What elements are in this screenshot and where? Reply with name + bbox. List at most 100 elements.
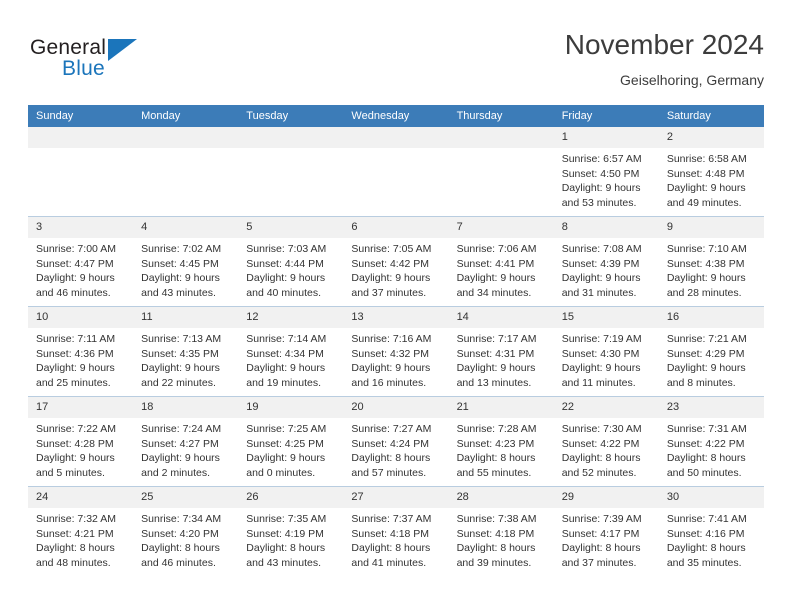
calendar-day-cell[interactable]: 10 Sunrise: 7:11 AM Sunset: 4:36 PM Dayligh… bbox=[28, 306, 134, 397]
sunset-text: Sunset: 4:35 PM bbox=[141, 347, 219, 360]
calendar-day-cell[interactable]: 30 Sunrise: 7:41 AM Sunset: 4:16 PM Dayligh… bbox=[658, 486, 764, 576]
sunrise-text: Sunrise: 7:27 AM bbox=[351, 423, 432, 435]
weekday-header-wednesday: Wednesday bbox=[343, 105, 449, 127]
title-block: November 2024 Geiselhoring, Germany bbox=[565, 28, 764, 90]
calendar-day-cell[interactable]: 27 Sunrise: 7:37 AM Sunset: 4:18 PM Dayligh… bbox=[343, 486, 449, 576]
day-number: 1 bbox=[553, 127, 659, 148]
day-number bbox=[133, 127, 239, 148]
day-sun-info: Sunrise: 7:41 AM Sunset: 4:16 PM Daylight:… bbox=[659, 508, 764, 570]
day-number: 6 bbox=[343, 217, 449, 238]
day-sun-info: Sunrise: 7:11 AM Sunset: 4:36 PM Daylight:… bbox=[28, 328, 133, 390]
calendar-day-cell[interactable]: 23 Sunrise: 7:31 AM Sunset: 4:22 PM Dayligh… bbox=[658, 396, 764, 487]
sunset-text: Sunset: 4:45 PM bbox=[141, 257, 219, 270]
calendar-day-cell[interactable]: 6 Sunrise: 7:05 AM Sunset: 4:42 PM Daylight… bbox=[343, 216, 449, 307]
calendar-day-cell[interactable]: 5 Sunrise: 7:03 AM Sunset: 4:44 PM Daylight… bbox=[238, 216, 344, 307]
sunrise-text: Sunrise: 7:30 AM bbox=[561, 423, 642, 435]
sunset-text: Sunset: 4:20 PM bbox=[141, 527, 219, 540]
sunset-text: Sunset: 4:18 PM bbox=[351, 527, 430, 540]
calendar-day-cell[interactable]: 28 Sunrise: 7:38 AM Sunset: 4:18 PM Dayligh… bbox=[448, 486, 554, 576]
day-number: 30 bbox=[658, 487, 764, 508]
day-sun-info: Sunrise: 7:32 AM Sunset: 4:21 PM Daylight:… bbox=[28, 508, 133, 570]
day-number bbox=[28, 127, 134, 148]
day-number: 29 bbox=[553, 487, 659, 508]
calendar-day-cell[interactable]: 16 Sunrise: 7:21 AM Sunset: 4:29 PM Dayligh… bbox=[658, 306, 764, 397]
sunset-text: Sunset: 4:41 PM bbox=[456, 257, 535, 270]
calendar-day-cell[interactable]: 21 Sunrise: 7:28 AM Sunset: 4:23 PM Dayligh… bbox=[448, 396, 554, 487]
day-number: 25 bbox=[133, 487, 239, 508]
daylight-text: Daylight: 9 hours and 46 minutes. bbox=[36, 272, 115, 299]
calendar-cell-empty bbox=[343, 127, 449, 217]
day-sun-info: Sunrise: 7:03 AM Sunset: 4:44 PM Daylight:… bbox=[238, 238, 343, 300]
calendar-cell-empty bbox=[448, 127, 554, 217]
sunset-text: Sunset: 4:42 PM bbox=[351, 257, 430, 270]
day-number: 3 bbox=[28, 217, 134, 238]
calendar-day-cell[interactable]: 14 Sunrise: 7:17 AM Sunset: 4:31 PM Dayligh… bbox=[448, 306, 554, 397]
daylight-text: Daylight: 9 hours and 40 minutes. bbox=[246, 272, 326, 299]
daylight-text: Daylight: 9 hours and 43 minutes. bbox=[141, 272, 220, 299]
day-sun-info: Sunrise: 7:00 AM Sunset: 4:47 PM Daylight:… bbox=[28, 238, 133, 300]
sunset-text: Sunset: 4:24 PM bbox=[351, 437, 430, 450]
calendar-day-cell[interactable]: 7 Sunrise: 7:06 AM Sunset: 4:41 PM Daylight… bbox=[448, 216, 554, 307]
triangle-flag-icon bbox=[108, 39, 137, 61]
weekday-header-tuesday: Tuesday bbox=[238, 105, 344, 127]
sunrise-text: Sunrise: 7:03 AM bbox=[246, 243, 327, 255]
day-sun-info: Sunrise: 7:19 AM Sunset: 4:30 PM Daylight:… bbox=[554, 328, 659, 390]
sunrise-text: Sunrise: 7:39 AM bbox=[561, 513, 642, 525]
daylight-text: Daylight: 9 hours and 34 minutes. bbox=[456, 272, 536, 299]
daylight-text: Daylight: 8 hours and 46 minutes. bbox=[141, 542, 220, 569]
day-sun-info: Sunrise: 7:17 AM Sunset: 4:31 PM Daylight:… bbox=[449, 328, 554, 390]
calendar-day-cell[interactable]: 1 Sunrise: 6:57 AM Sunset: 4:50 PM Daylight… bbox=[553, 127, 659, 217]
day-number bbox=[343, 127, 449, 148]
calendar-day-cell[interactable]: 4 Sunrise: 7:02 AM Sunset: 4:45 PM Daylight… bbox=[133, 216, 239, 307]
day-sun-info: Sunrise: 7:27 AM Sunset: 4:24 PM Daylight:… bbox=[343, 418, 448, 480]
day-sun-info: Sunrise: 7:21 AM Sunset: 4:29 PM Daylight:… bbox=[659, 328, 764, 390]
brand-name-blue: Blue bbox=[62, 57, 105, 80]
brand-logo[interactable]: General Blue bbox=[28, 32, 248, 92]
calendar-day-cell[interactable]: 2 Sunrise: 6:58 AM Sunset: 4:48 PM Daylight… bbox=[658, 127, 764, 217]
daylight-text: Daylight: 8 hours and 48 minutes. bbox=[36, 542, 115, 569]
calendar-day-cell[interactable]: 25 Sunrise: 7:34 AM Sunset: 4:20 PM Dayligh… bbox=[133, 486, 239, 576]
calendar-day-cell[interactable]: 29 Sunrise: 7:39 AM Sunset: 4:17 PM Dayligh… bbox=[553, 486, 659, 576]
sunset-text: Sunset: 4:18 PM bbox=[456, 527, 535, 540]
sunset-text: Sunset: 4:47 PM bbox=[36, 257, 114, 270]
calendar-day-cell[interactable]: 20 Sunrise: 7:27 AM Sunset: 4:24 PM Dayligh… bbox=[343, 396, 449, 487]
calendar-day-cell[interactable]: 3 Sunrise: 7:00 AM Sunset: 4:47 PM Daylight… bbox=[28, 216, 134, 307]
calendar-day-cell[interactable]: 8 Sunrise: 7:08 AM Sunset: 4:39 PM Daylight… bbox=[553, 216, 659, 307]
calendar-day-cell[interactable]: 19 Sunrise: 7:25 AM Sunset: 4:25 PM Dayligh… bbox=[238, 396, 344, 487]
daylight-text: Daylight: 8 hours and 55 minutes. bbox=[456, 452, 536, 479]
daylight-text: Daylight: 8 hours and 35 minutes. bbox=[666, 542, 746, 569]
sunrise-text: Sunrise: 7:14 AM bbox=[246, 333, 327, 345]
day-number: 5 bbox=[238, 217, 344, 238]
day-sun-info: Sunrise: 7:30 AM Sunset: 4:22 PM Daylight:… bbox=[554, 418, 659, 480]
daylight-text: Daylight: 9 hours and 53 minutes. bbox=[561, 182, 641, 209]
sunset-text: Sunset: 4:21 PM bbox=[36, 527, 114, 540]
daylight-text: Daylight: 9 hours and 8 minutes. bbox=[666, 362, 746, 389]
day-number: 12 bbox=[238, 307, 344, 328]
page-header: General Blue November 2024 Geiselhoring,… bbox=[28, 28, 764, 100]
calendar-day-cell[interactable]: 9 Sunrise: 7:10 AM Sunset: 4:38 PM Daylight… bbox=[658, 216, 764, 307]
calendar-day-cell[interactable]: 15 Sunrise: 7:19 AM Sunset: 4:30 PM Dayligh… bbox=[553, 306, 659, 397]
sunrise-text: Sunrise: 7:16 AM bbox=[351, 333, 432, 345]
calendar-day-cell[interactable]: 13 Sunrise: 7:16 AM Sunset: 4:32 PM Dayligh… bbox=[343, 306, 449, 397]
sunrise-text: Sunrise: 7:34 AM bbox=[141, 513, 222, 525]
daylight-text: Daylight: 9 hours and 49 minutes. bbox=[666, 182, 746, 209]
sunset-text: Sunset: 4:34 PM bbox=[246, 347, 324, 360]
calendar-week-row: 10 Sunrise: 7:11 AM Sunset: 4:36 PM Dayligh… bbox=[28, 306, 764, 397]
sunset-text: Sunset: 4:30 PM bbox=[561, 347, 640, 360]
calendar-day-cell[interactable]: 22 Sunrise: 7:30 AM Sunset: 4:22 PM Dayligh… bbox=[553, 396, 659, 487]
calendar-day-cell[interactable]: 17 Sunrise: 7:22 AM Sunset: 4:28 PM Dayligh… bbox=[28, 396, 134, 487]
calendar-day-cell[interactable]: 18 Sunrise: 7:24 AM Sunset: 4:27 PM Dayligh… bbox=[133, 396, 239, 487]
page-title: November 2024 bbox=[564, 29, 764, 60]
calendar-day-cell[interactable]: 24 Sunrise: 7:32 AM Sunset: 4:21 PM Dayligh… bbox=[28, 486, 134, 576]
sunset-text: Sunset: 4:16 PM bbox=[666, 527, 745, 540]
daylight-text: Daylight: 9 hours and 11 minutes. bbox=[561, 362, 641, 389]
day-number: 18 bbox=[133, 397, 239, 418]
sunrise-text: Sunrise: 7:32 AM bbox=[36, 513, 116, 525]
calendar-day-cell[interactable]: 11 Sunrise: 7:13 AM Sunset: 4:35 PM Dayligh… bbox=[133, 306, 239, 397]
sunrise-text: Sunrise: 7:05 AM bbox=[351, 243, 432, 255]
calendar-day-cell[interactable]: 12 Sunrise: 7:14 AM Sunset: 4:34 PM Dayligh… bbox=[238, 306, 344, 397]
sunrise-text: Sunrise: 7:28 AM bbox=[456, 423, 537, 435]
day-number: 16 bbox=[658, 307, 764, 328]
sunrise-text: Sunrise: 7:13 AM bbox=[141, 333, 222, 345]
calendar-day-cell[interactable]: 26 Sunrise: 7:35 AM Sunset: 4:19 PM Dayligh… bbox=[238, 486, 344, 576]
